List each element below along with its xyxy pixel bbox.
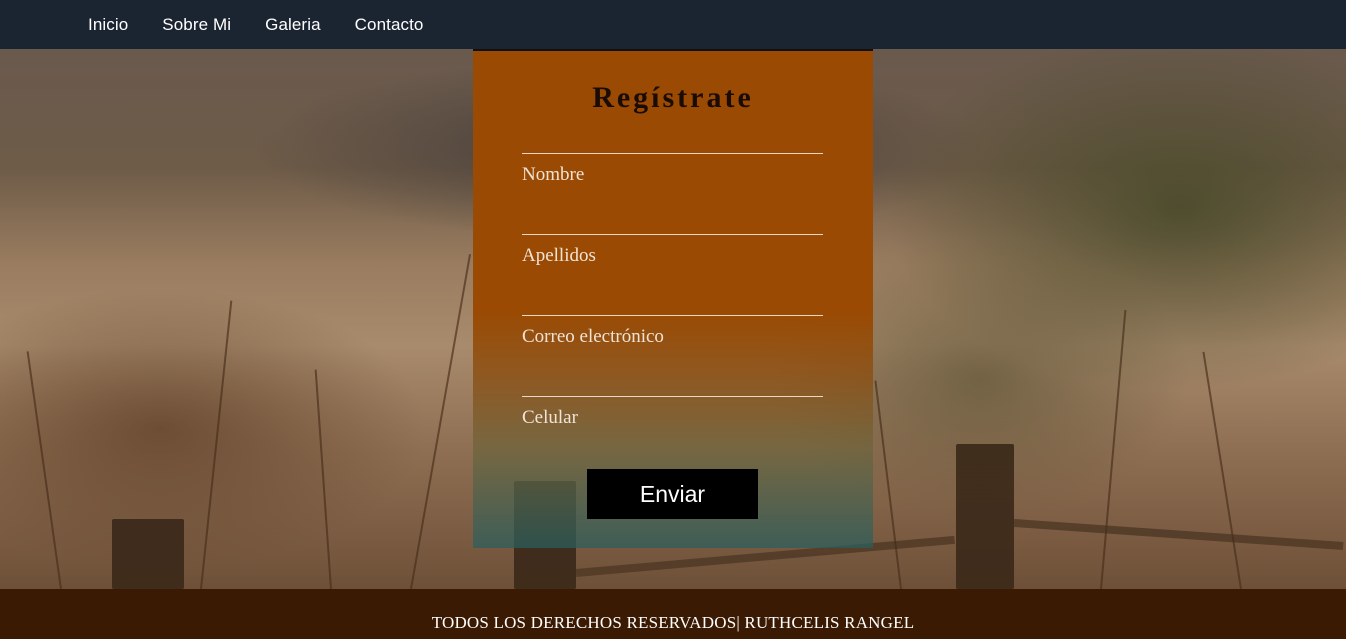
fence-post-left <box>112 519 184 589</box>
top-navbar: Inicio Sobre Mi Galeria Contacto <box>0 0 1346 49</box>
nav-link-inicio[interactable]: Inicio <box>88 15 128 35</box>
registration-form: Regístrate Nombre Apellidos Correo elect… <box>473 49 873 548</box>
celular-field[interactable]: Celular <box>522 396 823 436</box>
nav-link-galeria[interactable]: Galeria <box>265 15 321 35</box>
email-field[interactable]: Correo electrónico <box>522 315 823 355</box>
form-title: Regístrate <box>592 81 754 114</box>
page-footer: TODOS LOS DERECHOS RESERVADOS| RUTHCELIS… <box>0 589 1346 639</box>
footer-text: TODOS LOS DERECHOS RESERVADOS| RUTHCELIS… <box>431 613 915 632</box>
grass-stem <box>1100 309 1127 590</box>
grass-stem <box>410 253 472 590</box>
grass-stem <box>26 351 62 590</box>
apellidos-field[interactable]: Apellidos <box>522 234 823 274</box>
fence-rope <box>1013 519 1344 551</box>
grass-stem <box>1202 351 1242 590</box>
fence-post-right <box>956 444 1014 589</box>
nombre-field[interactable]: Nombre <box>522 153 823 193</box>
grass-stem <box>200 300 233 590</box>
grass-stem <box>314 369 332 590</box>
grass-stem <box>874 380 902 590</box>
submit-button[interactable]: Enviar <box>587 469 758 519</box>
nav-link-contacto[interactable]: Contacto <box>355 15 424 35</box>
nav-link-sobre-mi[interactable]: Sobre Mi <box>162 15 231 35</box>
